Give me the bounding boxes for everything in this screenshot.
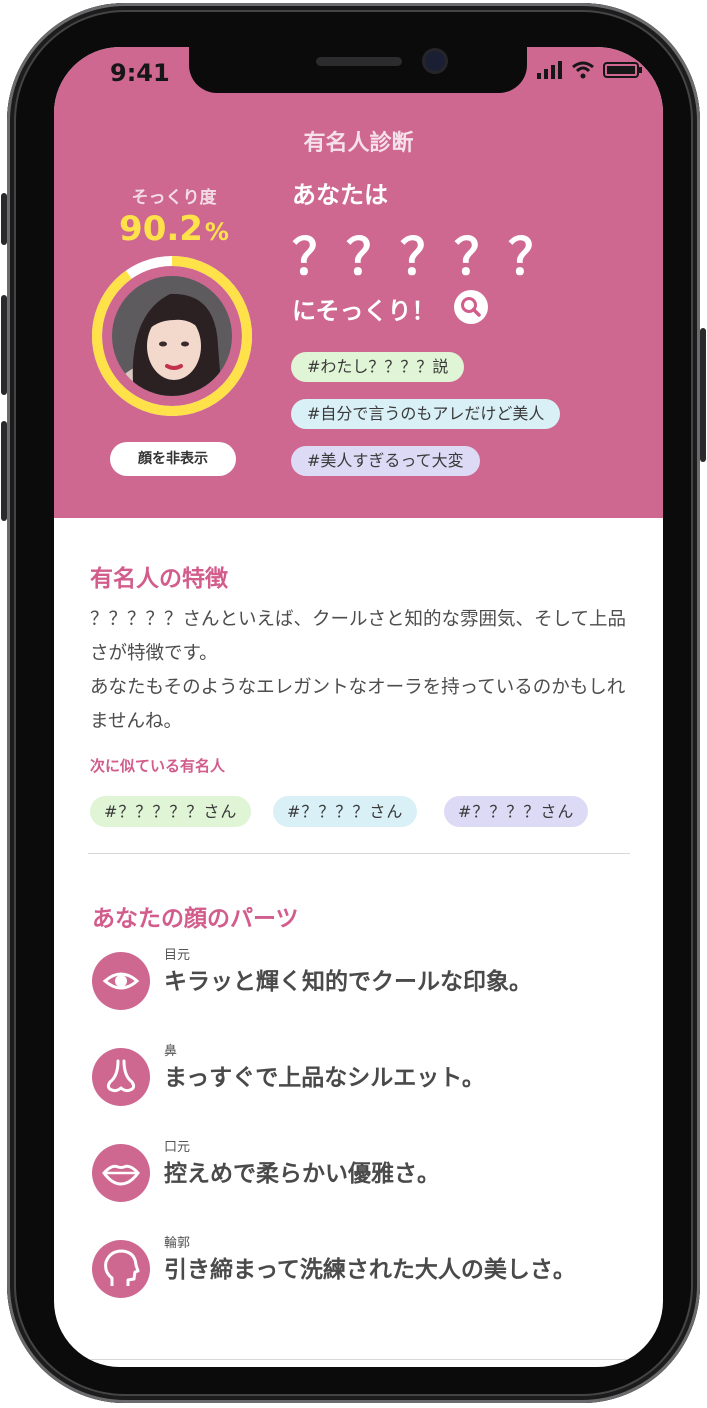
signal-icon [537,61,562,79]
part-description: 控えめで柔らかい優雅さ。 [164,1161,440,1187]
part-description: キラッと輝く知的でクールな印象。 [164,969,532,995]
result-prefix: あなたは [292,181,388,209]
part-description: 引き締まって洗練された大人の美しさ。 [164,1257,576,1283]
power-button [700,328,706,462]
divider [88,1359,630,1360]
part-label: 目元 [164,948,191,963]
screen: 9:41 有名人診断 そっくり度 90.2% 顔を非表示 あなたは ？？？？？ … [54,47,663,1367]
hashtag[interactable]: #自分で言うのもアレだけど美人 [291,399,561,429]
eye-icon [92,952,150,1010]
features-description: ？？？？？さんといえば、クールさと知的な雰囲気、そして上品さが特徴です。 あなた… [90,603,630,739]
lips-icon [92,1144,150,1202]
battery-icon [603,62,642,78]
match-score-unit: % [204,218,229,246]
speaker [316,57,402,66]
result-header: 9:41 有名人診断 そっくり度 90.2% 顔を非表示 あなたは ？？？？？ … [54,47,663,518]
part-label: 鼻 [164,1044,178,1059]
similar-celebrity-tag[interactable]: #？？？？さん [444,796,589,827]
features-description-text: ？？？？？さんといえば、クールさと知的な雰囲気、そして上品さが特徴です。 あなた… [90,609,626,732]
celebrity-name: ？？？？？ [292,228,562,286]
result-suffix: にそっくり！ [292,297,436,325]
match-label: そっくり度 [131,188,217,208]
page-title: 有名人診断 [303,131,414,156]
similar-celebrity-tag[interactable]: #？？？？さん [273,796,418,827]
features-title: 有名人の特徴 [90,566,228,592]
hide-face-button[interactable]: 顔を非表示 [110,442,236,476]
part-label: 口元 [164,1140,191,1155]
face-outline-icon [92,1240,150,1298]
avatar [112,276,232,396]
search-icon [461,297,481,317]
status-time: 9:41 [110,59,170,87]
divider [88,853,630,854]
front-camera [425,51,445,71]
portrait-image [112,276,232,396]
nose-icon [92,1048,150,1106]
match-score: 90.2% [99,209,249,249]
similar-celebrity-tag[interactable]: #？？？？？さん [90,796,252,827]
part-label: 輪郭 [164,1236,191,1251]
status-icons [537,61,643,79]
mute-switch [1,193,7,245]
search-button[interactable] [454,290,488,324]
part-description: まっすぐで上品なシルエット。 [164,1065,485,1091]
notch [189,47,527,93]
hashtag[interactable]: #わたし？？？？説 [291,352,465,382]
hashtag[interactable]: #美人すぎるって大変 [291,446,480,476]
volume-up-button [1,295,7,395]
match-score-number: 90.2 [119,209,203,249]
phone-frame: 9:41 有名人診断 そっくり度 90.2% 顔を非表示 あなたは ？？？？？ … [1,3,706,1403]
volume-down-button [1,421,7,521]
face-parts-title: あなたの顔のパーツ [92,906,299,932]
similar-celebrities-title: 次に似ている有名人 [90,757,226,775]
wifi-icon [572,61,594,79]
